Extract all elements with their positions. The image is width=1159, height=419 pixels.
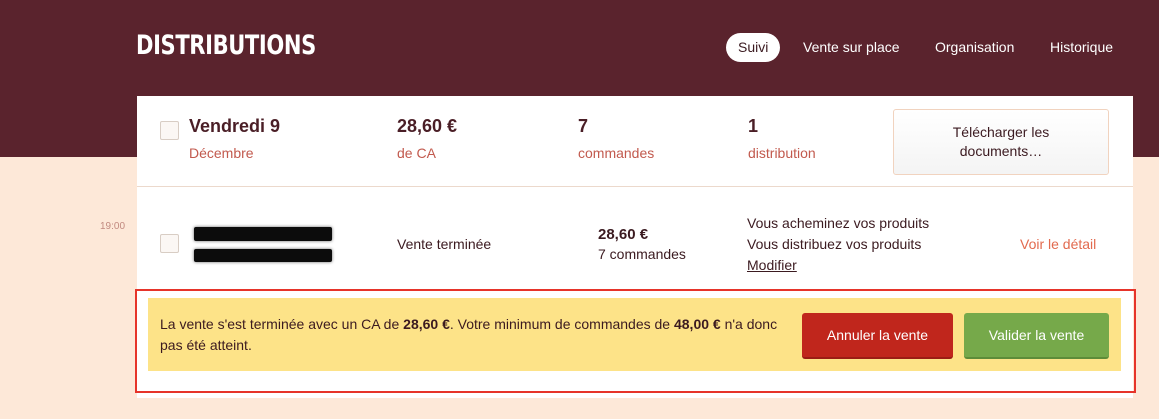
nav-tab-vente-sur-place[interactable]: Vente sur place [803,33,900,62]
sale-checkbox[interactable] [160,234,179,253]
highlight-frame [135,289,1136,393]
summary-row: Vendredi 9 Décembre 28,60 € de CA 7 comm… [137,96,1133,187]
sale-amount: 28,60 € [598,226,649,243]
modify-link[interactable]: Modifier [747,257,797,273]
summary-distribution-label: distribution [748,145,816,161]
sale-row: Vente terminée 28,60 € 7 commandes Vous … [137,188,1133,284]
summary-revenue-label: de CA [397,145,436,161]
summary-orders-label: commandes [578,145,655,161]
nav-tab-organisation[interactable]: Organisation [935,33,1014,62]
delivery-line-2: Vous distribuez vos produits [747,236,922,252]
summary-day: Vendredi 9 [189,116,281,136]
nav-tab-suivi[interactable]: Suivi [726,33,781,62]
summary-revenue: 28,60 € [397,116,458,136]
summary-distribution-count: 1 [748,116,759,136]
delivery-line-1: Vous acheminez vos produits [747,215,930,231]
sale-status: Vente terminée [397,236,492,252]
redacted-name-line2 [194,249,332,262]
redacted-name-line1 [194,227,332,241]
sale-orders: 7 commandes [598,246,686,262]
sale-time: 19:00 [100,221,126,232]
view-detail-link[interactable]: Voir le détail [1020,236,1096,252]
download-documents-button[interactable]: Télécharger les documents… [893,109,1109,175]
summary-month: Décembre [189,145,254,161]
main-nav: Suivi Vente sur place Organisation Histo… [0,33,1159,63]
summary-orders-count: 7 [578,116,589,136]
nav-tab-historique[interactable]: Historique [1050,33,1113,62]
select-all-checkbox[interactable] [160,121,179,140]
